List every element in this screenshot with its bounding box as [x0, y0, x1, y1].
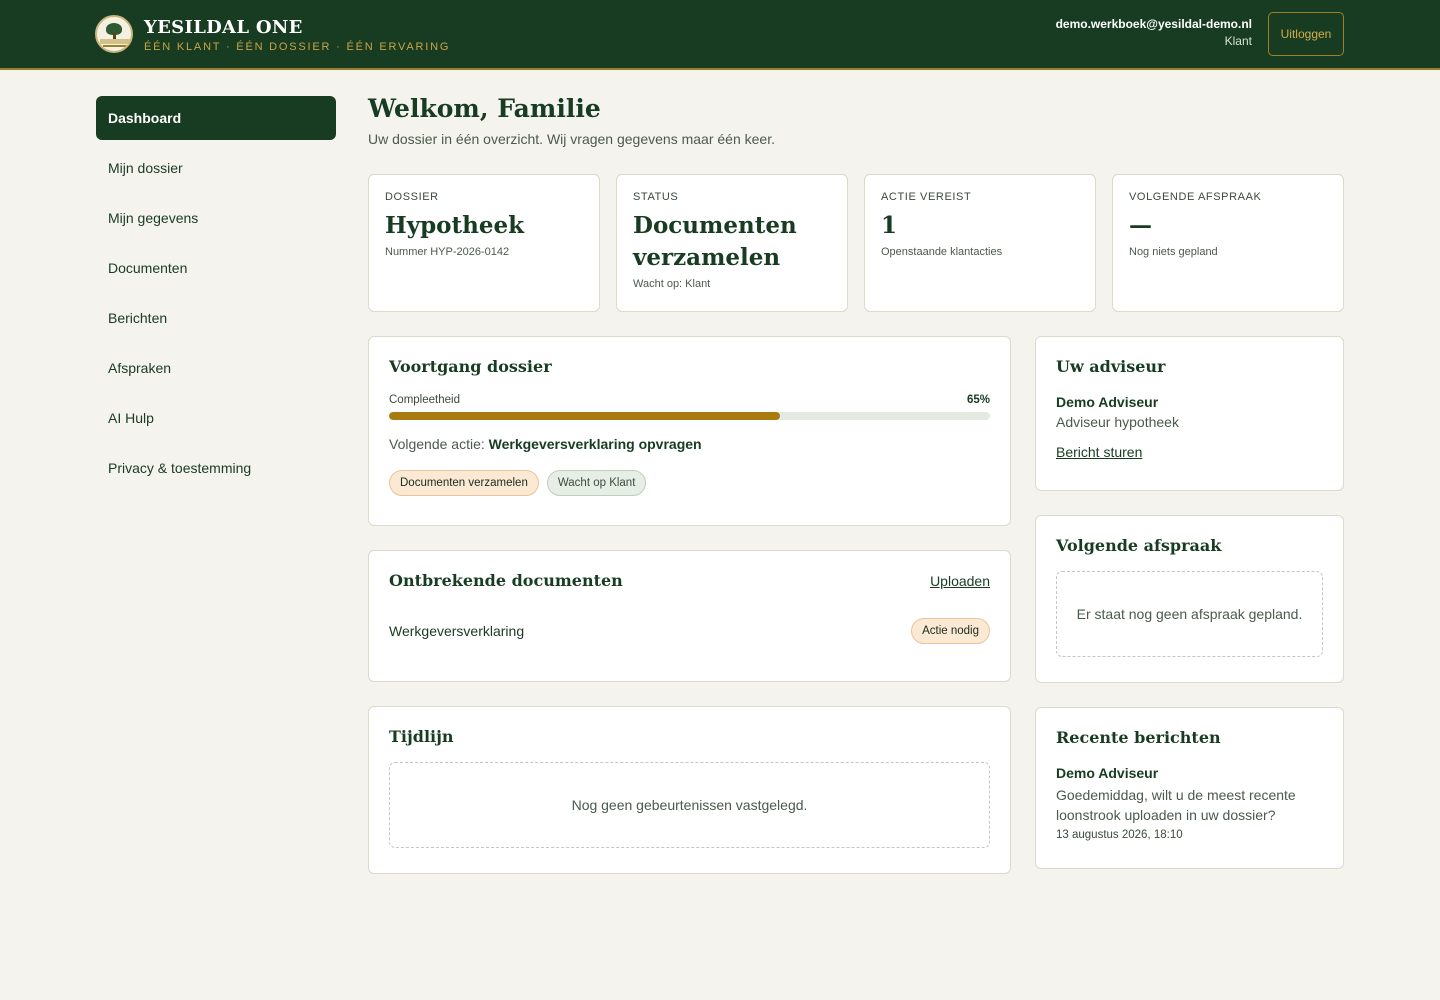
next-action-label: Volgende actie:	[389, 436, 485, 452]
sidebar-item-mijn-gegevens[interactable]: Mijn gegevens	[96, 196, 336, 240]
progress-percent: 65%	[966, 394, 990, 406]
status-badge: Wacht op Klant	[546, 470, 647, 496]
stat-label: VOLGENDE AFSPRAAK	[1129, 191, 1262, 203]
panel-title: Recente berichten	[1056, 728, 1221, 747]
list-item: Werkgeversverklaring Actie nodig	[389, 618, 990, 644]
missing-documents-panel: Ontbrekende documenten Uploaden Werkgeve…	[368, 550, 1011, 682]
panel-title: Volgende afspraak	[1056, 536, 1222, 555]
recent-messages-panel: Recente berichten Demo Adviseur Goedemid…	[1035, 707, 1344, 869]
stat-sub: Nog niets gepland	[1129, 246, 1218, 258]
status-badge: Actie nodig	[911, 618, 990, 644]
stat-sub: Nummer HYP-2026-0142	[385, 246, 510, 258]
sidebar-item-privacy[interactable]: Privacy & toestemming	[96, 446, 336, 490]
appointment-empty-state: Er staat nog geen afspraak gepland.	[1056, 571, 1323, 657]
page-title: Welkom, Familie	[368, 94, 601, 123]
stat-sub: Wacht op: Klant	[633, 278, 711, 290]
page-subtitle: Uw dossier in één overzicht. Wij vragen …	[368, 131, 775, 147]
next-action-value: Werkgeversverklaring opvragen	[488, 436, 702, 452]
sidebar-nav: Dashboard Mijn dossier Mijn gegevens Doc…	[96, 96, 336, 496]
stat-label: ACTIE VEREIST	[881, 191, 972, 203]
sidebar-item-berichten[interactable]: Berichten	[96, 296, 336, 340]
sidebar-item-mijn-dossier[interactable]: Mijn dossier	[96, 146, 336, 190]
timeline-empty-state: Nog geen gebeurtenissen vastgelegd.	[389, 762, 990, 848]
next-action: Volgende actie: Werkgeversverklaring opv…	[389, 436, 990, 452]
progress-bar	[389, 412, 990, 420]
progress-label: Compleetheid	[389, 394, 460, 406]
panel-title: Voortgang dossier	[389, 357, 552, 376]
message-text: Goedemiddag, wilt u de meest recente loo…	[1056, 787, 1296, 823]
panel-title: Tijdlijn	[389, 727, 454, 746]
send-message-link[interactable]: Bericht sturen	[1056, 444, 1142, 460]
panel-title: Uw adviseur	[1056, 357, 1166, 376]
user-email: demo.werkboek@yesildal-demo.nl	[1055, 17, 1252, 31]
sidebar-item-documenten[interactable]: Documenten	[96, 246, 336, 290]
brand-title: YESILDAL ONE	[144, 17, 303, 38]
stat-card-dossier: DOSSIER Hypotheek Nummer HYP-2026-0142	[368, 174, 600, 312]
stat-label: STATUS	[633, 191, 679, 203]
document-name: Werkgeversverklaring	[389, 623, 525, 639]
logout-button[interactable]: Uitloggen	[1268, 12, 1344, 56]
stat-value: Documenten verzamelen	[633, 212, 797, 271]
sidebar-item-afspraken[interactable]: Afspraken	[96, 346, 336, 390]
stat-value: Hypotheek	[385, 212, 525, 239]
brand-logo-icon[interactable]	[95, 15, 133, 53]
advisor-panel: Uw adviseur Demo Adviseur Adviseur hypot…	[1035, 336, 1344, 491]
sidebar-item-ai-hulp[interactable]: AI Hulp	[96, 396, 336, 440]
stat-value: —	[1129, 212, 1152, 239]
advisor-role: Adviseur hypotheek	[1056, 414, 1179, 430]
user-role: Klant	[1224, 34, 1252, 48]
message-item[interactable]: Demo Adviseur Goedemiddag, wilt u de mee…	[1056, 765, 1323, 841]
status-badges: Documenten verzamelen Wacht op Klant	[389, 470, 990, 496]
stat-card-status: STATUS Documenten verzamelen Wacht op: K…	[616, 174, 848, 312]
progress-header: Compleetheid 65%	[389, 394, 990, 406]
panel-title: Ontbrekende documenten	[389, 571, 623, 590]
sidebar-item-dashboard[interactable]: Dashboard	[96, 96, 336, 140]
stat-card-volgende-afspraak: VOLGENDE AFSPRAAK — Nog niets gepland	[1112, 174, 1344, 312]
stat-label: DOSSIER	[385, 191, 439, 203]
progress-panel: Voortgang dossier Compleetheid 65% Volge…	[368, 336, 1011, 526]
stat-sub: Openstaande klantacties	[881, 246, 1003, 258]
progress-fill	[389, 412, 780, 420]
stat-card-actie-vereist: ACTIE VEREIST 1 Openstaande klantacties	[864, 174, 1096, 312]
message-time: 13 augustus 2026, 18:10	[1056, 829, 1183, 841]
appointment-panel: Volgende afspraak Er staat nog geen afsp…	[1035, 515, 1344, 683]
message-sender: Demo Adviseur	[1056, 765, 1159, 781]
upload-link[interactable]: Uploaden	[930, 573, 990, 589]
brand-tagline: ÉÉN KLANT · ÉÉN DOSSIER · ÉÉN ERVARING	[144, 41, 451, 53]
stat-value: 1	[881, 212, 898, 239]
status-badge: Documenten verzamelen	[389, 470, 539, 496]
top-bar: YESILDAL ONE ÉÉN KLANT · ÉÉN DOSSIER · É…	[0, 0, 1440, 70]
advisor-name: Demo Adviseur	[1056, 394, 1159, 410]
timeline-panel: Tijdlijn Nog geen gebeurtenissen vastgel…	[368, 706, 1011, 874]
